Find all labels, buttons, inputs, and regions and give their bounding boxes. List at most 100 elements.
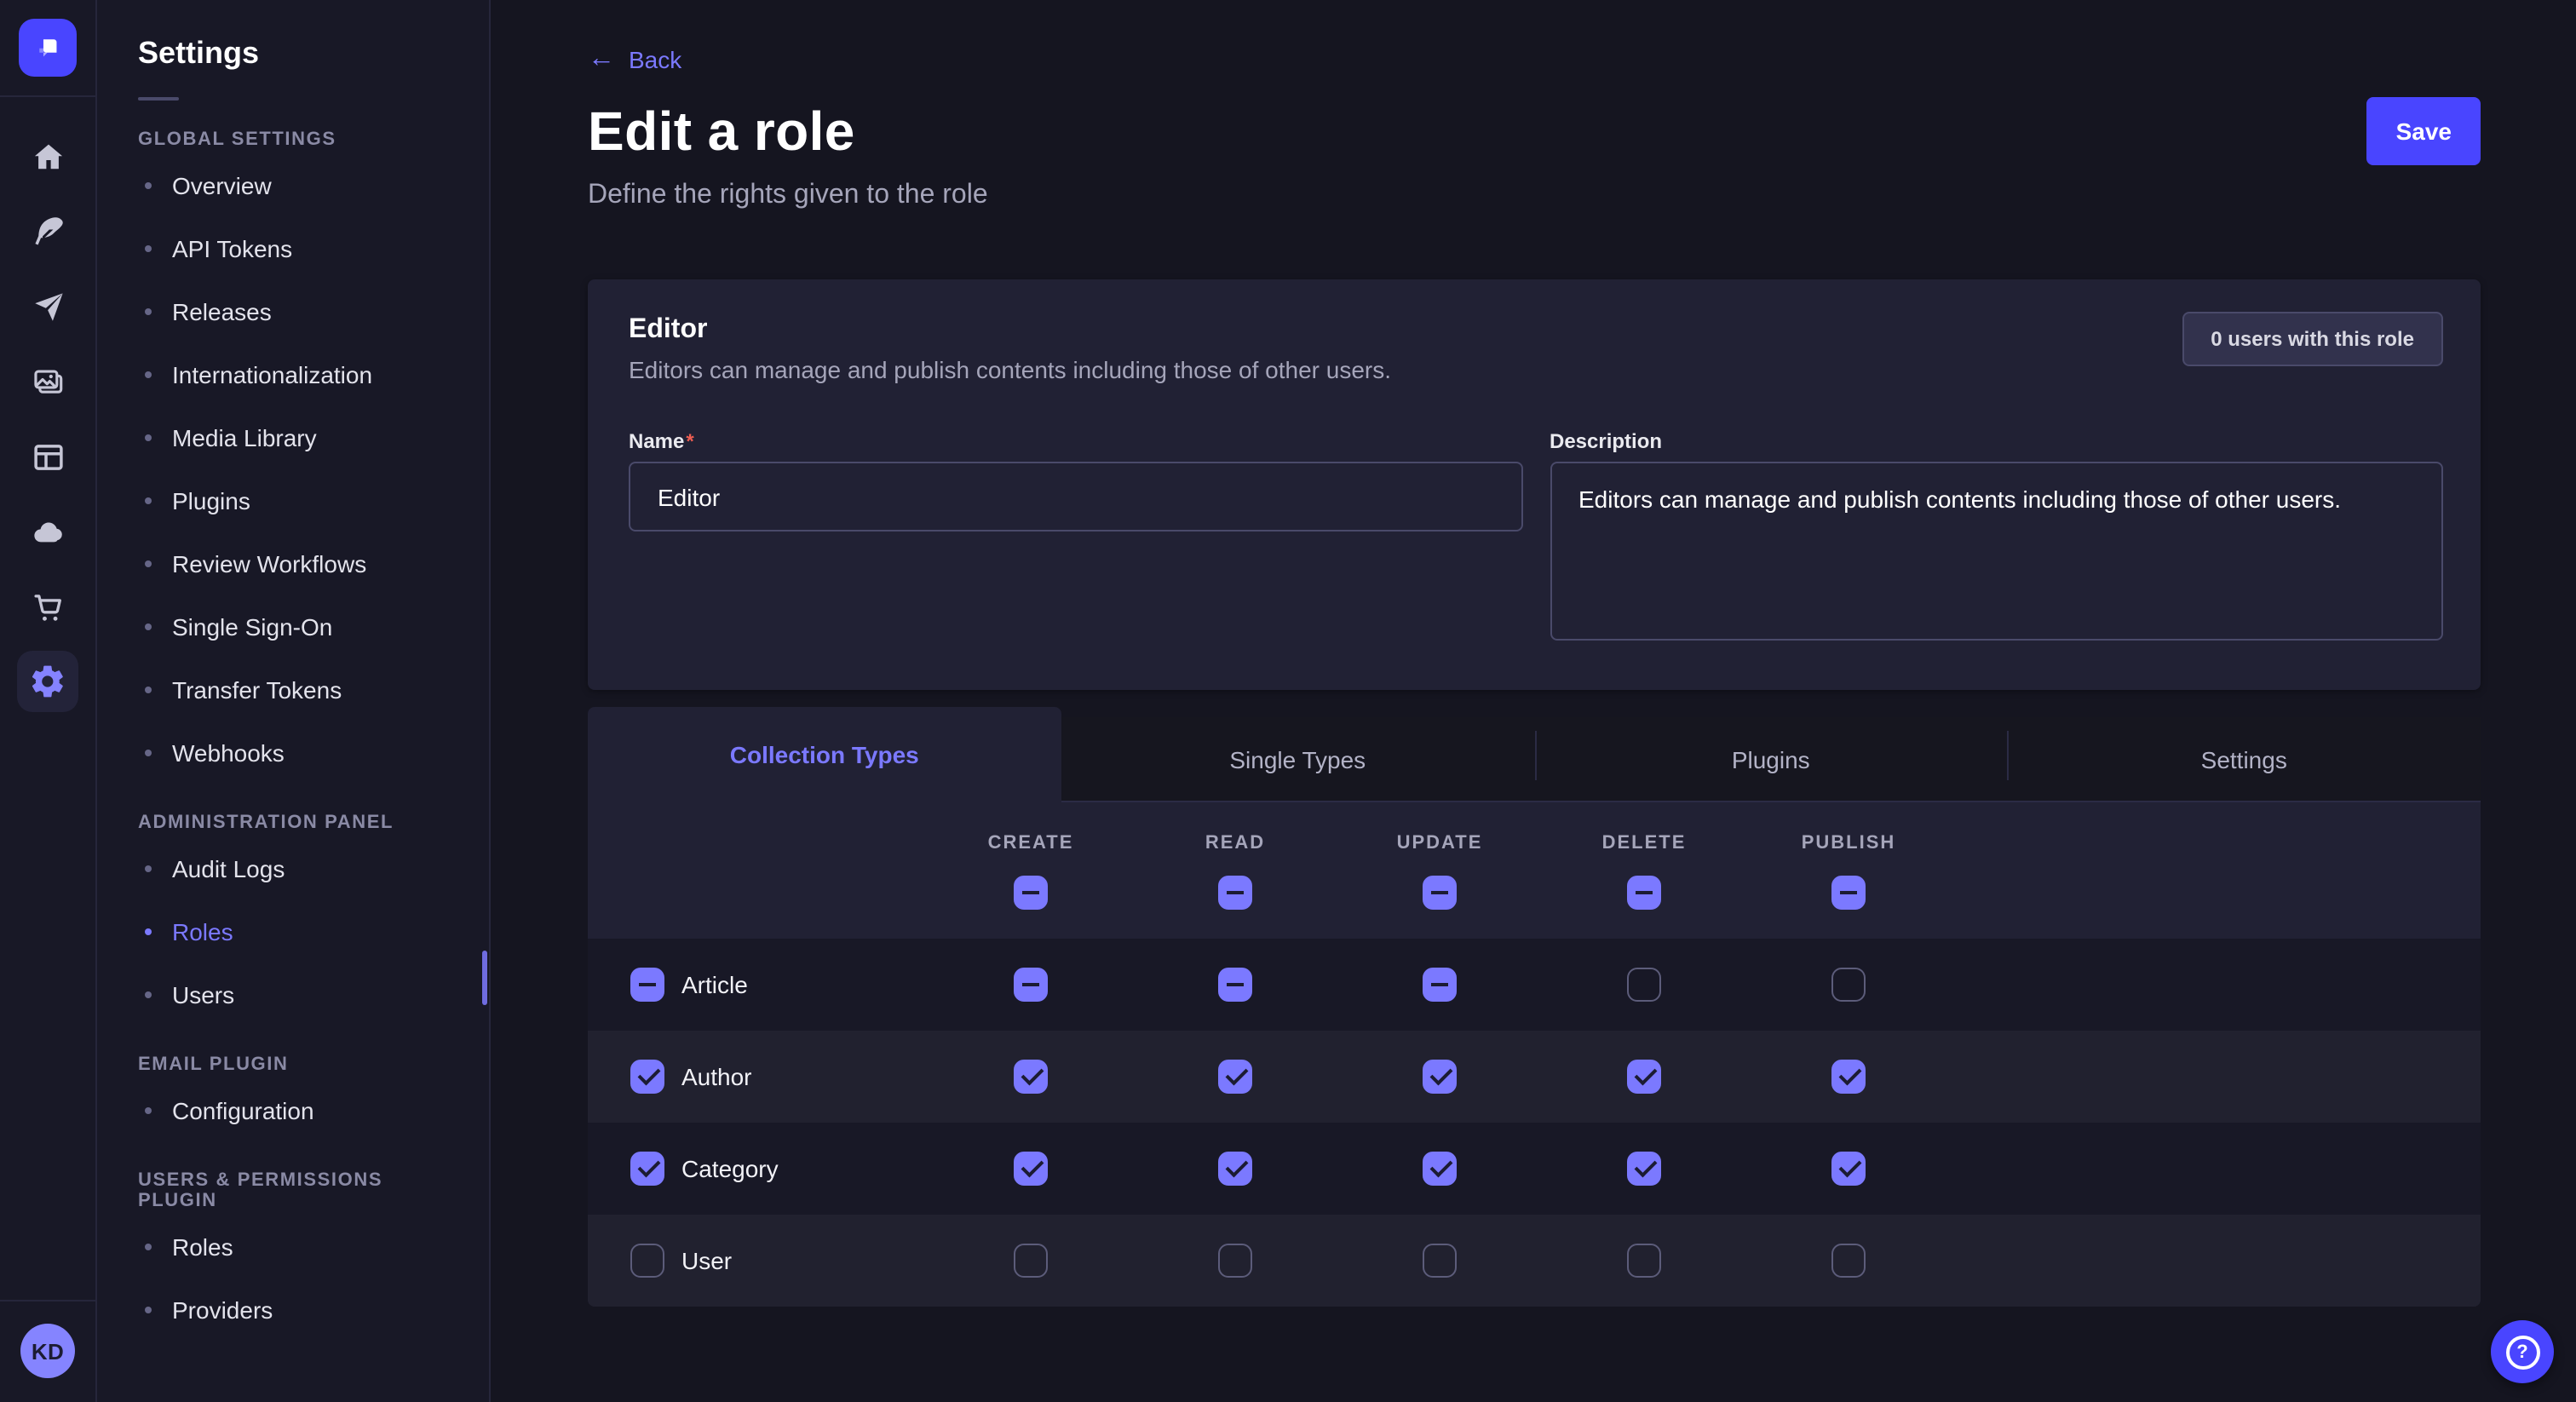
user-publish-checkbox[interactable] <box>1831 1244 1866 1278</box>
select-all-publish-checkbox[interactable] <box>1831 875 1866 909</box>
subnav-title-divider <box>138 97 179 101</box>
description-field-label: Description <box>1550 429 2443 453</box>
sidebar-item-plugins[interactable]: Plugins <box>138 468 448 531</box>
section-global-settings: GLOBAL SETTINGS Overview API Tokens Rele… <box>138 129 448 784</box>
row-select-checkbox[interactable] <box>630 1152 664 1186</box>
category-update-checkbox[interactable] <box>1423 1152 1457 1186</box>
column-header-create: CREATE <box>988 832 1074 853</box>
role-description-text: Editors can manage and publish contents … <box>629 356 2443 383</box>
strapi-logo[interactable] <box>19 19 77 77</box>
bullet-icon <box>145 991 152 997</box>
row-label: Author <box>681 1063 752 1090</box>
section-label: USERS & PERMISSIONS PLUGIN <box>138 1170 448 1211</box>
bullet-icon <box>145 1243 152 1250</box>
sidebar-item-transfer-tokens[interactable]: Transfer Tokens <box>138 658 448 721</box>
sidebar-item-releases[interactable]: Releases <box>138 279 448 342</box>
back-link[interactable]: ← Back <box>588 46 681 73</box>
back-arrow-icon: ← <box>588 46 615 73</box>
author-publish-checkbox[interactable] <box>1831 1060 1866 1094</box>
main-icon-sidebar: KD <box>0 0 97 1402</box>
send-icon[interactable] <box>29 288 66 325</box>
permissions-table: CREATE READ UPDATE DELETE <box>588 802 2481 1307</box>
sidebar-item-media-library[interactable]: Media Library <box>138 405 448 468</box>
gear-icon <box>29 663 66 700</box>
section-email-plugin: EMAIL PLUGIN Configuration <box>138 1054 448 1141</box>
select-all-update-checkbox[interactable] <box>1423 875 1457 909</box>
sidebar-item-webhooks[interactable]: Webhooks <box>138 721 448 784</box>
name-field-label: Name <box>629 429 684 453</box>
author-create-checkbox[interactable] <box>1014 1060 1048 1094</box>
category-create-checkbox[interactable] <box>1014 1152 1048 1186</box>
row-select-checkbox[interactable] <box>630 1060 664 1094</box>
category-publish-checkbox[interactable] <box>1831 1152 1866 1186</box>
section-label: EMAIL PLUGIN <box>138 1054 448 1075</box>
permissions-table-header: CREATE READ UPDATE DELETE <box>588 802 2481 939</box>
row-select-checkbox[interactable] <box>630 1244 664 1278</box>
cloud-icon[interactable] <box>29 513 66 550</box>
description-textarea[interactable]: Editors can manage and publish contents … <box>1550 462 2443 641</box>
user-avatar[interactable]: KD <box>20 1324 75 1378</box>
bullet-icon <box>145 928 152 934</box>
select-all-read-checkbox[interactable] <box>1218 875 1252 909</box>
article-create-checkbox[interactable] <box>1014 968 1048 1002</box>
rail-divider <box>0 95 96 97</box>
section-administration-panel: ADMINISTRATION PANEL Audit Logs Roles Us… <box>138 813 448 1026</box>
user-read-checkbox[interactable] <box>1218 1244 1252 1278</box>
sidebar-item-roles-active[interactable]: Roles <box>138 899 448 962</box>
article-read-checkbox[interactable] <box>1218 968 1252 1002</box>
row-label: User <box>681 1247 732 1274</box>
article-publish-checkbox[interactable] <box>1831 968 1866 1002</box>
bullet-icon <box>145 865 152 871</box>
row-select-checkbox[interactable] <box>630 968 664 1002</box>
sidebar-item-api-tokens[interactable]: API Tokens <box>138 216 448 279</box>
select-all-delete-checkbox[interactable] <box>1627 875 1661 909</box>
column-header-update: UPDATE <box>1397 832 1483 853</box>
description-field-group: Description Editors can manage and publi… <box>1550 429 2443 649</box>
column-header-publish: PUBLISH <box>1802 832 1896 853</box>
article-update-checkbox[interactable] <box>1423 968 1457 1002</box>
home-icon[interactable] <box>29 138 66 175</box>
permissions-tabs: Collection Types Single Types Plugins Se… <box>588 707 2481 802</box>
sidebar-item-audit-logs[interactable]: Audit Logs <box>138 836 448 899</box>
category-read-checkbox[interactable] <box>1218 1152 1252 1186</box>
user-create-checkbox[interactable] <box>1014 1244 1048 1278</box>
sidebar-item-review-workflows[interactable]: Review Workflows <box>138 531 448 595</box>
sidebar-item-single-sign-on[interactable]: Single Sign-On <box>138 595 448 658</box>
bullet-icon <box>145 560 152 566</box>
category-delete-checkbox[interactable] <box>1627 1152 1661 1186</box>
author-read-checkbox[interactable] <box>1218 1060 1252 1094</box>
article-delete-checkbox[interactable] <box>1627 968 1661 1002</box>
media-library-icon[interactable] <box>29 363 66 400</box>
sidebar-item-configuration[interactable]: Configuration <box>138 1078 448 1141</box>
tab-collection-types[interactable]: Collection Types <box>588 707 1061 802</box>
sidebar-item-overview[interactable]: Overview <box>138 153 448 216</box>
tab-settings[interactable]: Settings <box>2008 717 2481 802</box>
cart-icon[interactable] <box>29 588 66 625</box>
layout-icon[interactable] <box>29 438 66 475</box>
settings-gear-active-tile[interactable] <box>17 651 78 712</box>
tab-plugins[interactable]: Plugins <box>1534 717 2008 802</box>
sidebar-item-providers[interactable]: Providers <box>138 1278 448 1341</box>
name-input[interactable] <box>629 462 1522 531</box>
sidebar-item-up-roles[interactable]: Roles <box>138 1215 448 1278</box>
feather-icon[interactable] <box>29 213 66 250</box>
page-title: Edit a role <box>588 100 855 163</box>
section-label: GLOBAL SETTINGS <box>138 129 448 150</box>
user-delete-checkbox[interactable] <box>1627 1244 1661 1278</box>
subnav-scrollbar-thumb[interactable] <box>482 951 487 1005</box>
save-button[interactable]: Save <box>2367 97 2481 165</box>
sidebar-item-users[interactable]: Users <box>138 962 448 1026</box>
section-users-permissions-plugin: USERS & PERMISSIONS PLUGIN Roles Provide… <box>138 1170 448 1341</box>
rail-bottom-divider <box>0 1300 96 1301</box>
sidebar-item-internationalization[interactable]: Internationalization <box>138 342 448 405</box>
user-update-checkbox[interactable] <box>1423 1244 1457 1278</box>
name-field-group: Name* <box>629 429 1522 649</box>
author-delete-checkbox[interactable] <box>1627 1060 1661 1094</box>
back-label: Back <box>629 46 681 73</box>
author-update-checkbox[interactable] <box>1423 1060 1457 1094</box>
tab-single-types[interactable]: Single Types <box>1061 717 1535 802</box>
bullet-icon <box>145 434 152 440</box>
table-row-author: Author <box>588 1031 2481 1123</box>
select-all-create-checkbox[interactable] <box>1014 875 1048 909</box>
help-button[interactable]: ? <box>2491 1320 2554 1383</box>
